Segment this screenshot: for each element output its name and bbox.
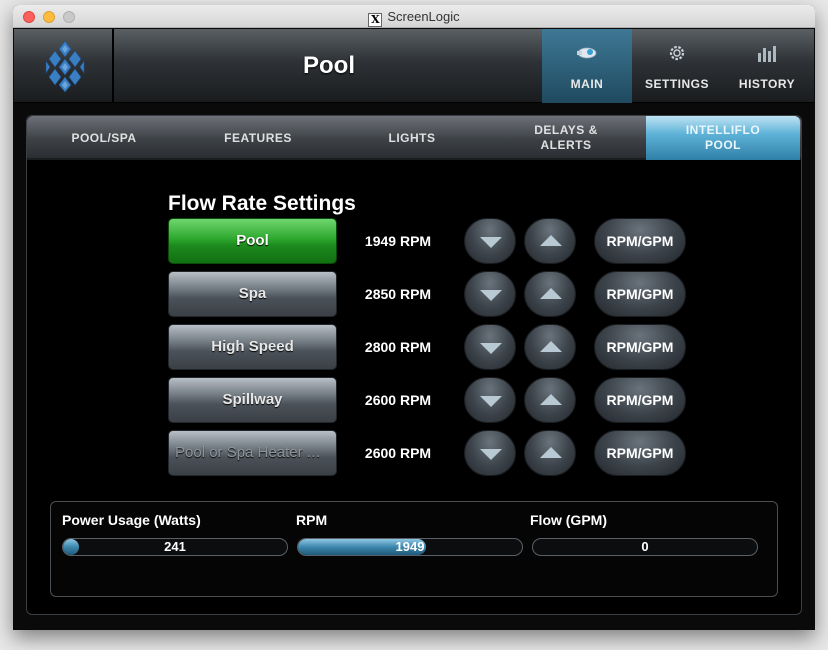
arrow-up-icon — [540, 288, 562, 299]
flow-row: Spillway 2600 RPM RPM/GPM — [168, 377, 688, 423]
subtab-bar: POOL/SPA FEATURES LIGHTS DELAYS & ALERTS… — [27, 116, 801, 160]
decrease-button[interactable] — [464, 430, 516, 476]
flow-row: Pool or Spa Heater A… 2600 RPM RPM/GPM — [168, 430, 688, 476]
tab-main-label: MAIN — [570, 77, 604, 91]
power-usage-bar: 241 — [62, 538, 288, 556]
pump-icon — [577, 47, 597, 59]
rpm-gpm-toggle[interactable]: RPM/GPM — [594, 430, 686, 476]
decrease-button[interactable] — [464, 271, 516, 317]
increase-button[interactable] — [524, 271, 576, 317]
increase-button[interactable] — [524, 377, 576, 423]
pump-stats-box: Power Usage (Watts) 241 RPM 1949 Flow (G… — [50, 501, 778, 597]
speed-button-spa[interactable]: Spa — [168, 271, 337, 317]
decrease-button[interactable] — [464, 377, 516, 423]
speed-button-pool[interactable]: Pool — [168, 218, 337, 264]
arrow-up-icon — [540, 341, 562, 352]
app-header: Pool MAIN SETTINGS HISTORY — [14, 29, 814, 103]
arrow-down-icon — [480, 237, 502, 248]
increase-button[interactable] — [524, 324, 576, 370]
window-title-text: ScreenLogic — [387, 9, 460, 24]
tab-settings[interactable]: SETTINGS — [632, 29, 722, 103]
flow-gpm-bar: 0 — [532, 538, 758, 556]
rpm-gpm-toggle[interactable]: RPM/GPM — [594, 271, 686, 317]
app-window: X ScreenLogic Pool MAIN SETTINGS HISTORY… — [13, 5, 815, 630]
gear-icon — [669, 45, 685, 61]
flow-gpm-value: 0 — [641, 539, 649, 554]
subtab-intelliflo-pool[interactable]: INTELLIFLO POOL — [646, 116, 800, 160]
rpm-value: 1949 RPM — [364, 233, 432, 249]
subtab-lights[interactable]: LIGHTS — [335, 116, 489, 160]
tab-main[interactable]: MAIN — [542, 29, 632, 103]
decrease-button[interactable] — [464, 218, 516, 264]
tab-settings-label: SETTINGS — [644, 77, 709, 91]
tab-history[interactable]: HISTORY — [722, 29, 812, 103]
increase-button[interactable] — [524, 218, 576, 264]
bar-chart-icon — [758, 46, 776, 62]
title-bar: X ScreenLogic — [13, 5, 815, 28]
arrow-up-icon — [540, 447, 562, 458]
speed-button-spillway[interactable]: Spillway — [168, 377, 337, 423]
arrow-down-icon — [480, 343, 502, 354]
flow-row: Pool 1949 RPM RPM/GPM — [168, 218, 688, 264]
logo-icon — [45, 40, 85, 93]
rpm-value: 2600 RPM — [364, 392, 432, 408]
subtab-pool-spa[interactable]: POOL/SPA — [27, 116, 181, 160]
page-title: Pool — [303, 52, 355, 79]
rpm-gpm-toggle[interactable]: RPM/GPM — [594, 377, 686, 423]
arrow-up-icon — [540, 394, 562, 405]
rpm-value: 2850 RPM — [364, 286, 432, 302]
rpm-stat-value: 1949 — [395, 539, 425, 554]
intelliflo-panel: POOL/SPA FEATURES LIGHTS DELAYS & ALERTS… — [26, 115, 802, 615]
arrow-down-icon — [480, 396, 502, 407]
flow-row: Spa 2850 RPM RPM/GPM — [168, 271, 688, 317]
flow-rate-title: Flow Rate Settings — [168, 192, 356, 215]
rpm-value: 2800 RPM — [364, 339, 432, 355]
rpm-gpm-toggle[interactable]: RPM/GPM — [594, 218, 686, 264]
pentair-logo — [14, 29, 114, 103]
arrow-up-icon — [540, 235, 562, 246]
window-title: X ScreenLogic — [13, 9, 815, 27]
speed-button-heater[interactable]: Pool or Spa Heater A… — [168, 430, 337, 476]
rpm-label: RPM — [296, 512, 328, 528]
rpm-value: 2600 RPM — [364, 445, 432, 461]
decrease-button[interactable] — [464, 324, 516, 370]
speed-button-high-speed[interactable]: High Speed — [168, 324, 337, 370]
flow-row: High Speed 2800 RPM RPM/GPM — [168, 324, 688, 370]
increase-button[interactable] — [524, 430, 576, 476]
tab-history-label: HISTORY — [738, 77, 796, 91]
power-usage-label: Power Usage (Watts) — [62, 512, 201, 528]
arrow-down-icon — [480, 449, 502, 460]
rpm-bar: 1949 — [297, 538, 523, 556]
subtab-delays-alerts[interactable]: DELAYS & ALERTS — [489, 116, 643, 160]
subtab-features[interactable]: FEATURES — [181, 116, 335, 160]
rpm-gpm-toggle[interactable]: RPM/GPM — [594, 324, 686, 370]
arrow-down-icon — [480, 290, 502, 301]
power-usage-value: 241 — [164, 539, 186, 554]
flow-gpm-label: Flow (GPM) — [530, 512, 607, 528]
x11-app-icon: X — [368, 13, 383, 27]
